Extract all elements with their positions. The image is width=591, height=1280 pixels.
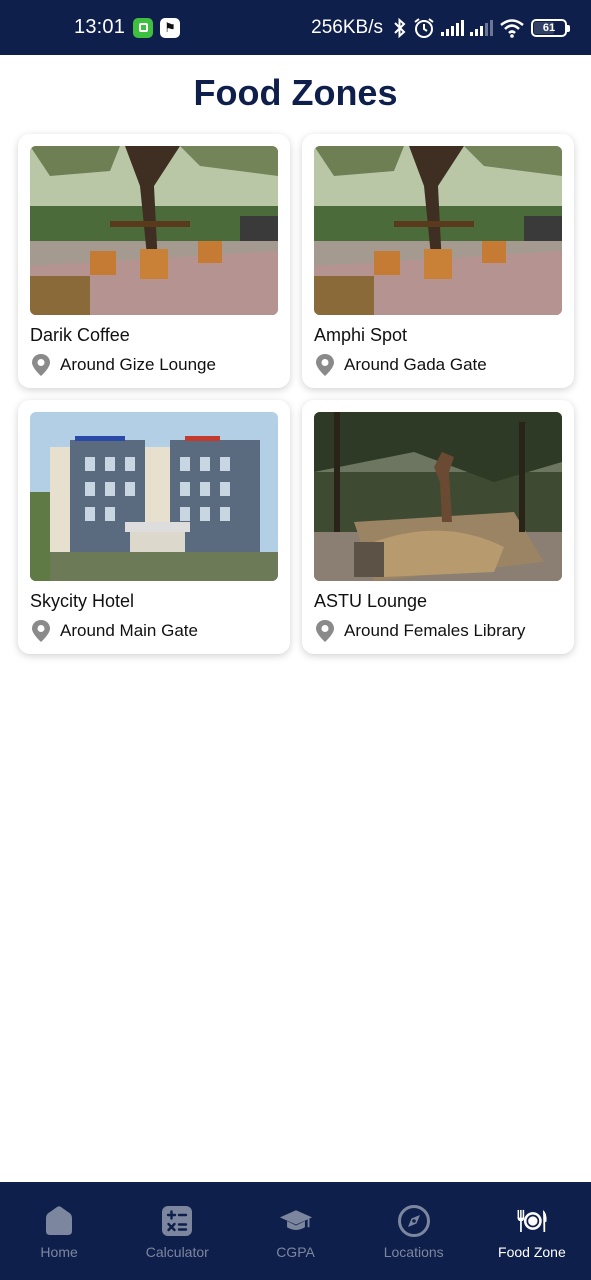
food-zone-card[interactable]: Amphi Spot Around Gada Gate: [302, 134, 574, 388]
compass-icon: [397, 1204, 431, 1238]
food-zone-card[interactable]: ASTU Lounge Around Females Library: [302, 400, 574, 654]
bluetooth-icon: [394, 17, 406, 38]
utensils-plate-icon: [515, 1204, 549, 1238]
food-zone-location-text: Around Females Library: [344, 621, 526, 640]
nav-label-locations: Locations: [383, 1244, 444, 1260]
food-zone-image: [314, 146, 562, 315]
alarm-icon: [414, 17, 434, 38]
food-zone-location: Around Gize Lounge: [30, 353, 278, 377]
status-bar: 13:01 ⚑ 256KB/s 61: [0, 0, 591, 55]
food-zone-location-text: Around Gada Gate: [344, 355, 487, 374]
location-pin-icon: [32, 620, 50, 642]
nav-item-calculator[interactable]: Calculator: [118, 1182, 236, 1280]
home-icon: [42, 1204, 76, 1238]
location-pin-icon: [316, 354, 334, 376]
calculator-icon: [160, 1204, 194, 1238]
page-title: Food Zones: [193, 72, 398, 113]
food-zone-location: Around Main Gate: [30, 619, 278, 643]
nav-label-calculator: Calculator: [145, 1244, 209, 1260]
food-zone-name: Darik Coffee: [30, 325, 130, 345]
nav-label-home: Home: [40, 1244, 78, 1260]
nav-item-home[interactable]: Home: [0, 1182, 118, 1280]
signal-strength-2-icon: [470, 19, 493, 36]
network-speed: 256KB/s: [311, 16, 383, 38]
food-zone-card[interactable]: Skycity Hotel Around Main Gate: [18, 400, 290, 654]
food-zone-grid: Darik Coffee Around Gize Lounge Amphi Sp…: [18, 134, 574, 654]
status-time: 13:01: [74, 16, 126, 38]
food-zone-name: Skycity Hotel: [30, 591, 135, 611]
food-zone-image: [30, 412, 278, 581]
nav-item-locations[interactable]: Locations: [355, 1182, 473, 1280]
food-zone-image: [30, 146, 278, 315]
wifi-icon: [500, 18, 524, 38]
food-zone-location-text: Around Main Gate: [60, 621, 198, 640]
nav-item-cgpa[interactable]: CGPA: [236, 1182, 354, 1280]
app-notification-icon: ⚑: [160, 17, 181, 38]
location-pin-icon: [316, 620, 334, 642]
signal-strength-icon: [441, 19, 464, 36]
graduation-cap-icon: [279, 1204, 313, 1238]
battery-icon: 61: [531, 18, 570, 37]
food-zone-image: [314, 412, 562, 581]
nav-label-food-zone: Food Zone: [498, 1244, 566, 1260]
location-pin-icon: [32, 354, 50, 376]
food-zone-card[interactable]: Darik Coffee Around Gize Lounge: [18, 134, 290, 388]
bottom-nav: Home Calculator CGPA Locations Food Zone: [0, 1182, 591, 1280]
food-zone-name: ASTU Lounge: [314, 591, 428, 611]
nav-item-food-zone[interactable]: Food Zone: [473, 1182, 591, 1280]
food-zone-location: Around Females Library: [314, 619, 562, 643]
battery-level: 61: [542, 21, 556, 34]
food-zone-name: Amphi Spot: [314, 325, 408, 345]
food-zone-location: Around Gada Gate: [314, 353, 562, 377]
wechat-notification-icon: [133, 17, 154, 38]
nav-label-cgpa: CGPA: [276, 1244, 315, 1260]
food-zone-location-text: Around Gize Lounge: [60, 355, 216, 374]
